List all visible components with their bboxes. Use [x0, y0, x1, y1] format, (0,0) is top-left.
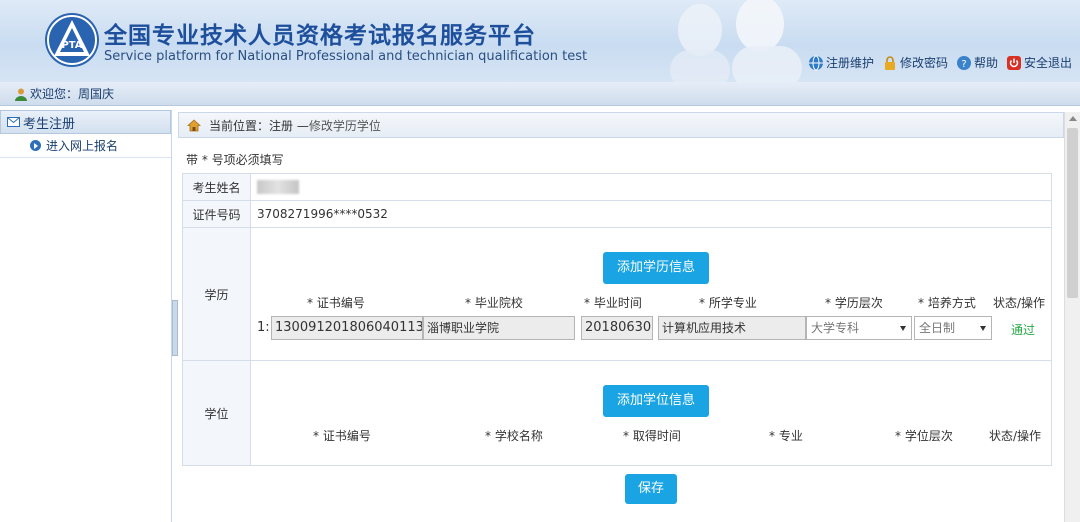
sidebar-header[interactable]: 考生注册: [0, 110, 171, 134]
register-maintain-label: 注册维护: [825, 56, 874, 70]
col-grad-date: * 毕业时间: [584, 296, 642, 310]
lock-icon: [884, 55, 895, 70]
id-row: 证件号码 3708271996****0532: [182, 200, 1052, 228]
col-status: 状态/操作: [993, 296, 1046, 310]
row-index: 1:: [257, 320, 270, 335]
education-section: 添加学历信息 * 证书编号 * 毕业院校 * 毕业时间 * 所学专业 * 学历层…: [250, 227, 1052, 361]
site-subtitle: Service platform for National Profession…: [104, 49, 588, 64]
mode-select[interactable]: 全日制: [914, 316, 992, 340]
breadcrumb: 当前位置： 注册 — 修改学历学位: [178, 112, 1064, 138]
chevron-down-icon: [900, 326, 906, 331]
sidebar-item-label: 进入网上报名: [46, 139, 119, 153]
degree-col-cert-no: * 证书编号: [313, 429, 371, 443]
add-education-button[interactable]: 添加学历信息: [603, 252, 709, 284]
user-icon: [15, 88, 27, 101]
page-scrollbar[interactable]: [1064, 112, 1080, 522]
site-header: PTA 全国专业技术人员资格考试报名服务平台 Service platform …: [0, 0, 1080, 82]
add-degree-button[interactable]: 添加学位信息: [603, 385, 709, 417]
education-form-table: 考生姓名 证件号码 3708271996****0532 学历 添加学历信息 *…: [182, 173, 1052, 466]
degree-col-school: * 学校名称: [485, 429, 543, 443]
power-icon: [1006, 55, 1021, 70]
major-field[interactable]: 计算机应用技术: [658, 316, 806, 340]
scrollbar-thumb[interactable]: [1067, 128, 1078, 298]
mode-select-value: 全日制: [919, 321, 956, 335]
svg-text:?: ?: [961, 59, 966, 70]
col-cert-no: * 证书编号: [307, 296, 365, 310]
logout-label: 安全退出: [1023, 56, 1072, 70]
col-major: * 所学专业: [699, 296, 757, 310]
sidebar-splitter-handle[interactable]: [172, 300, 178, 356]
blurred-name: [257, 180, 299, 195]
save-button[interactable]: 保存: [625, 474, 677, 504]
site-title: 全国专业技术人员资格考试报名服务平台: [104, 23, 536, 49]
required-note: 带 * 号项必须填写: [186, 153, 284, 167]
degree-col-level: * 学位层次: [895, 429, 953, 443]
globe-icon: [808, 55, 823, 70]
name-label: 考生姓名: [182, 173, 251, 201]
welcome-text: 欢迎您：周国庆: [30, 87, 115, 101]
logout-link[interactable]: 安全退出: [1006, 54, 1072, 71]
change-password-label: 修改密码: [899, 56, 948, 70]
play-bullet-icon: [30, 140, 41, 151]
help-link[interactable]: ? 帮助: [956, 54, 998, 71]
school-field[interactable]: 淄博职业学院: [423, 316, 575, 340]
top-links: 注册维护 修改密码 ? 帮助 安全退出: [808, 54, 1072, 71]
breadcrumb-prefix: 当前位置：: [209, 118, 270, 133]
degree-row: 学位 添加学位信息 * 证书编号 * 学校名称 * 取得时间 * 专业 * 学位…: [182, 360, 1052, 466]
id-label: 证件号码: [182, 200, 251, 228]
home-icon: [187, 119, 201, 132]
col-school: * 毕业院校: [465, 296, 523, 310]
name-row: 考生姓名: [182, 173, 1052, 201]
welcome-bar: 欢迎您：周国庆: [0, 82, 1080, 106]
degree-col-major: * 专业: [769, 429, 803, 443]
degree-col-date: * 取得时间: [623, 429, 681, 443]
register-maintain-link[interactable]: 注册维护: [808, 54, 874, 71]
degree-label: 学位: [182, 360, 251, 466]
grad-date-field[interactable]: 20180630: [581, 316, 653, 340]
col-level: * 学历层次: [825, 296, 883, 310]
help-icon: ?: [956, 55, 971, 70]
level-select-value: 大学专科: [811, 321, 860, 335]
envelope-icon: [7, 117, 20, 127]
logo-text: PTA: [61, 40, 82, 51]
id-value: 3708271996****0532: [250, 200, 1052, 228]
sidebar-item-online-registration[interactable]: 进入网上报名: [0, 134, 171, 158]
education-status: 通过: [1011, 323, 1036, 337]
chevron-down-icon: [980, 326, 986, 331]
change-password-link[interactable]: 修改密码: [882, 54, 948, 71]
cert-no-field[interactable]: 130091201806040113: [271, 316, 423, 340]
pta-logo: PTA: [45, 13, 99, 67]
level-select[interactable]: 大学专科: [806, 316, 912, 340]
education-row: 学历 添加学历信息 * 证书编号 * 毕业院校 * 毕业时间 * 所学专业 * …: [182, 227, 1052, 361]
degree-section: 添加学位信息 * 证书编号 * 学校名称 * 取得时间 * 专业 * 学位层次 …: [250, 360, 1052, 466]
breadcrumb-current: 修改学历学位: [308, 118, 381, 133]
education-label: 学历: [182, 227, 251, 361]
degree-col-status: 状态/操作: [989, 429, 1042, 443]
name-value: [250, 173, 1052, 201]
sidebar: 考生注册 进入网上报名: [0, 110, 172, 522]
sidebar-header-label: 考生注册: [23, 116, 76, 132]
col-mode: * 培养方式: [918, 296, 976, 310]
help-label: 帮助: [973, 56, 998, 70]
breadcrumb-path: 注册 —: [269, 118, 309, 133]
scroll-up-arrow-icon[interactable]: [1069, 116, 1077, 121]
